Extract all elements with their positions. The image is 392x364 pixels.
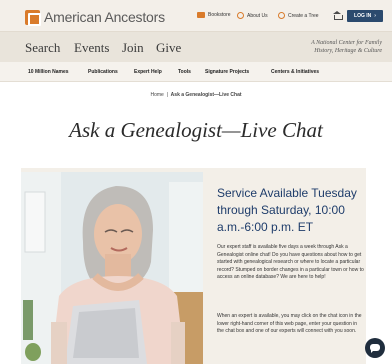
subnav-signature-projects[interactable]: Signature Projects <box>205 69 249 75</box>
breadcrumb-current: Ask a Genealogist—Live Chat <box>170 92 242 98</box>
create-tree-link[interactable]: Create a Tree <box>278 12 319 19</box>
tagline-line1: A National Center for Family <box>311 40 382 46</box>
nav-give[interactable]: Give <box>156 40 181 56</box>
info-icon <box>237 12 244 19</box>
subnav-expert-help[interactable]: Expert Help <box>134 69 162 75</box>
instructions-paragraph: When an expert is available, you may cli… <box>217 313 362 334</box>
nav-join[interactable]: Join <box>122 40 144 56</box>
institution-icon[interactable] <box>333 11 343 20</box>
subnav-tools[interactable]: Tools <box>178 69 191 75</box>
nav-search[interactable]: Search <box>25 40 60 56</box>
login-label: LOG IN <box>354 13 372 19</box>
breadcrumb-home[interactable]: Home <box>150 92 163 98</box>
login-button[interactable]: LOG IN › <box>347 10 383 22</box>
logo-mark-icon <box>25 9 41 26</box>
bookstore-label: Bookstore <box>208 12 231 18</box>
chevron-right-icon: › <box>374 13 376 19</box>
subnav-centers-initiatives[interactable]: Centers & Initiatives <box>271 69 319 75</box>
page-title: Ask a Genealogist—Live Chat <box>69 118 323 142</box>
subnav-publications[interactable]: Publications <box>88 69 118 75</box>
breadcrumb: Home | Ask a Genealogist—Live Chat <box>0 92 392 98</box>
sub-nav: 10 Million Names Publications Expert Hel… <box>0 62 392 82</box>
site-tagline: A National Center for Family History, He… <box>262 39 382 55</box>
tagline-line2: History, Heritage & Culture <box>314 48 382 54</box>
tree-icon <box>278 12 285 19</box>
live-chat-button[interactable] <box>365 338 385 358</box>
logo-text: American Ancestors <box>44 9 165 25</box>
genealogist-photo <box>21 172 203 364</box>
create-tree-label: Create a Tree <box>288 12 319 19</box>
service-hours: Service Available Tuesday through Saturd… <box>217 186 357 234</box>
intro-paragraph: Our expert staff is available five days … <box>217 244 364 280</box>
main-nav: Search Events Join Give A National Cente… <box>0 32 392 62</box>
chat-icon <box>370 344 380 353</box>
bookstore-link[interactable]: Bookstore <box>197 12 231 18</box>
book-icon <box>197 12 205 18</box>
about-label: About Us <box>247 12 268 19</box>
about-link[interactable]: About Us <box>237 12 268 19</box>
site-logo[interactable]: American Ancestors <box>25 9 165 26</box>
nav-events[interactable]: Events <box>74 40 109 56</box>
top-utility-bar: American Ancestors Bookstore About Us Cr… <box>0 0 392 32</box>
breadcrumb-separator: | <box>166 92 168 98</box>
subnav-10-million-names[interactable]: 10 Million Names <box>28 69 69 75</box>
